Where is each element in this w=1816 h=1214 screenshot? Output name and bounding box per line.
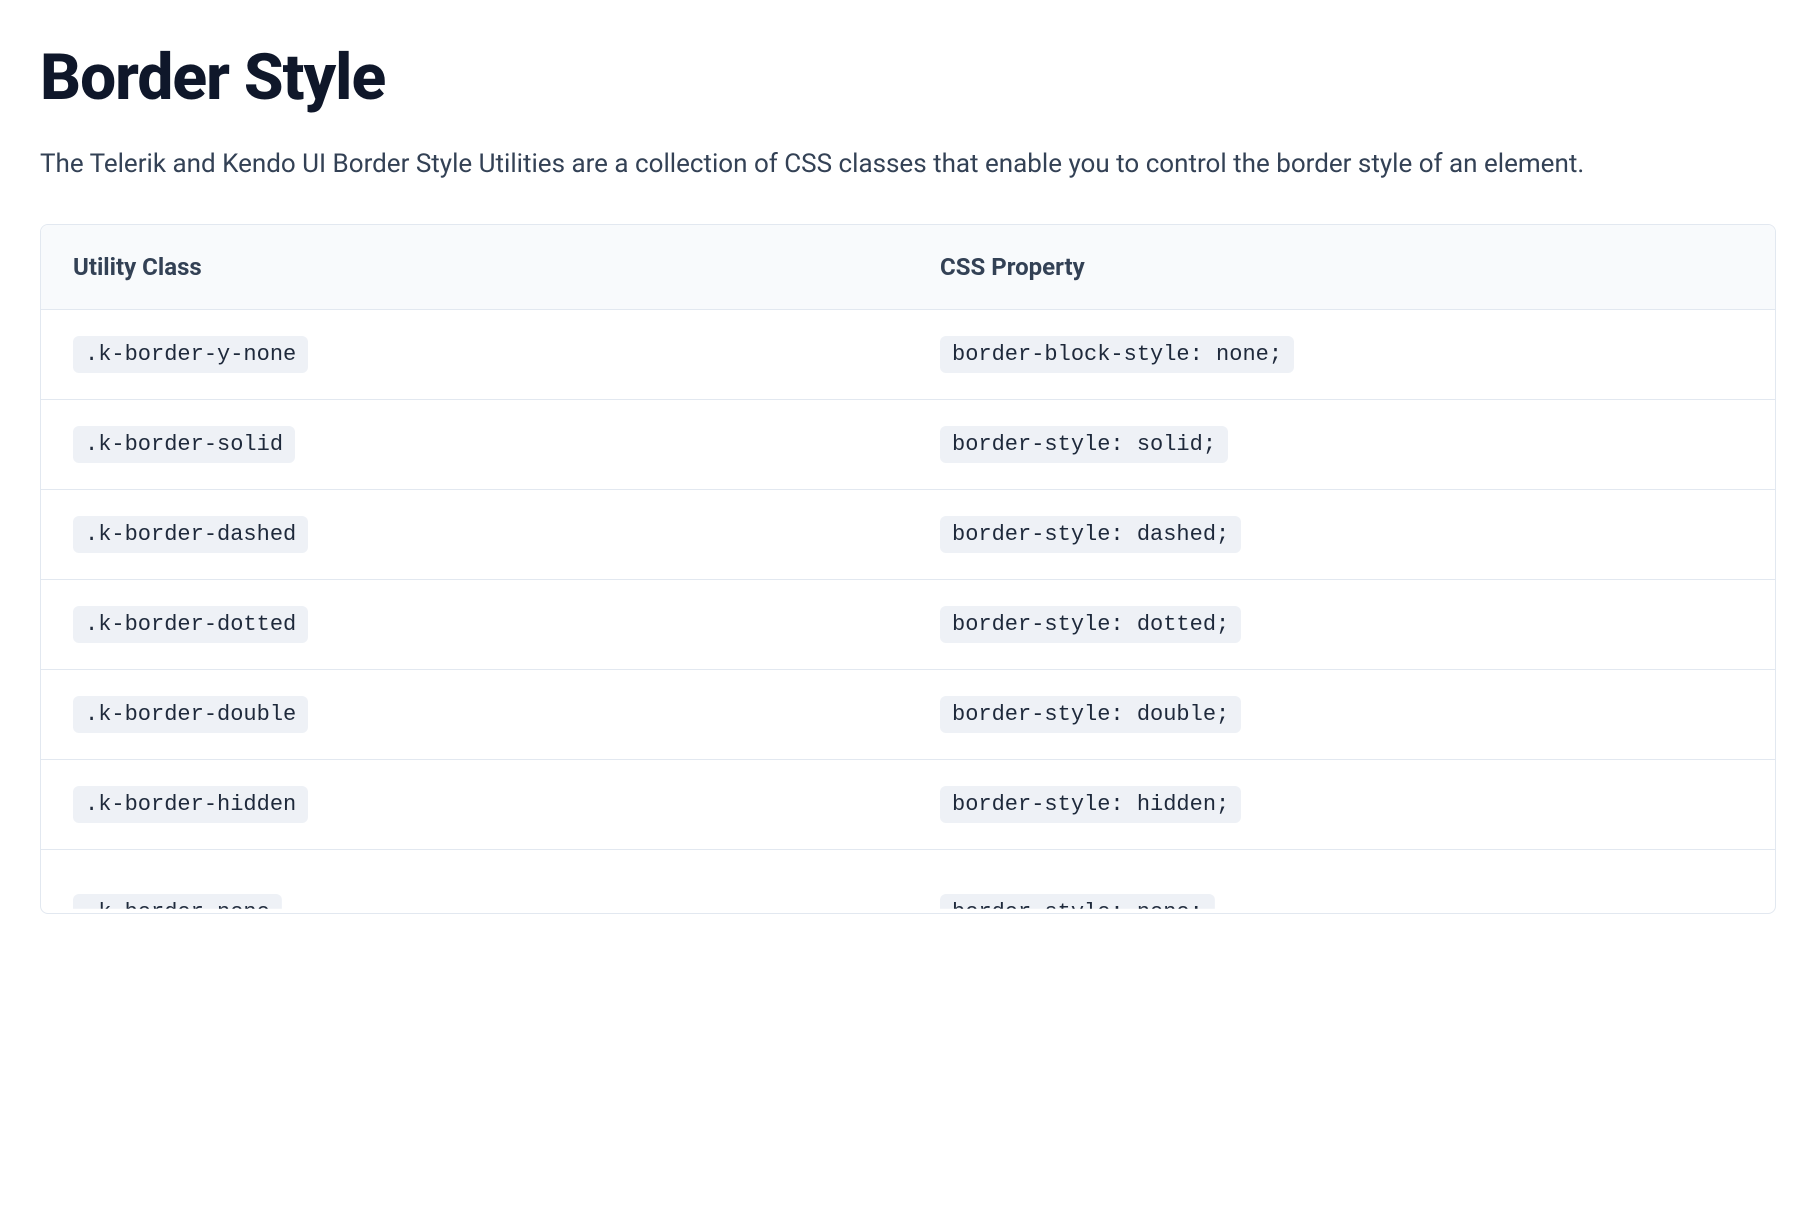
utility-class-code: .k-border-double [73, 696, 308, 733]
table-row: .k-border-y-none border-block-style: non… [41, 310, 1775, 400]
page-intro: The Telerik and Kendo UI Border Style Ut… [40, 145, 1740, 184]
col-header-css-property: CSS Property [908, 225, 1775, 310]
table-row: .k-border-dotted border-style: dotted; [41, 580, 1775, 670]
css-property-code: border-style: solid; [940, 426, 1228, 463]
utility-class-code: .k-border-hidden [73, 786, 308, 823]
table-row: .k-border-double border-style: double; [41, 670, 1775, 760]
table-row: .k-border-none border-style: none; [41, 850, 1775, 914]
col-header-utility-class: Utility Class [41, 225, 908, 310]
css-property-code: border-style: dotted; [940, 606, 1241, 643]
utility-class-code: .k-border-dashed [73, 516, 308, 553]
utilities-table: Utility Class CSS Property .k-border-y-n… [41, 225, 1775, 913]
css-property-code: border-style: dashed; [940, 516, 1241, 553]
css-property-code: border-style: hidden; [940, 786, 1241, 823]
table-row: .k-border-hidden border-style: hidden; [41, 760, 1775, 850]
css-property-code: border-style: double; [940, 696, 1241, 733]
utility-class-code: .k-border-none [73, 894, 282, 914]
css-property-code: border-block-style: none; [940, 336, 1294, 373]
utility-class-code: .k-border-y-none [73, 336, 308, 373]
css-property-code: border-style: none; [940, 894, 1215, 914]
table-row: .k-border-solid border-style: solid; [41, 400, 1775, 490]
page-title: Border Style [40, 40, 1776, 115]
utilities-table-container: Utility Class CSS Property .k-border-y-n… [40, 224, 1776, 914]
utility-class-code: .k-border-dotted [73, 606, 308, 643]
table-row: .k-border-dashed border-style: dashed; [41, 490, 1775, 580]
utility-class-code: .k-border-solid [73, 426, 295, 463]
